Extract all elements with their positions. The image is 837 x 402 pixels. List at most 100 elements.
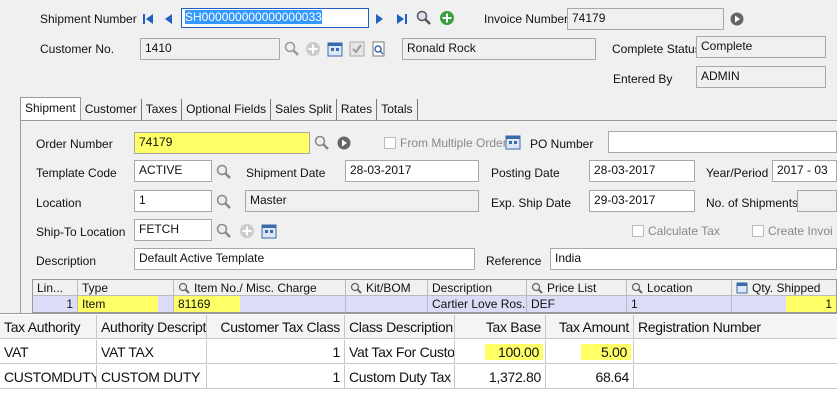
year-period-field[interactable]: 2017 - 03 xyxy=(772,160,837,182)
qty-calendar-icon[interactable] xyxy=(736,282,748,294)
line-number-cell[interactable]: 1 xyxy=(33,296,78,312)
registration-number-cell[interactable] xyxy=(634,340,837,364)
col-location[interactable]: Location xyxy=(627,280,732,295)
finder-magnifier-icon[interactable] xyxy=(416,10,432,26)
authority-description-cell[interactable]: VAT TAX xyxy=(97,340,207,364)
col-line[interactable]: Lin... xyxy=(33,280,78,295)
col-tax-base[interactable]: Tax Base xyxy=(455,315,546,339)
col-qty-shipped[interactable]: Qty. Shipped xyxy=(732,280,836,295)
customer-new-plus-icon[interactable] xyxy=(305,41,321,57)
location-finder-icon[interactable] xyxy=(216,194,232,210)
customer-check-icon[interactable] xyxy=(349,41,365,57)
description-field[interactable]: Default Active Template xyxy=(134,248,475,270)
reference-field[interactable]: India xyxy=(550,248,837,270)
kit-finder-icon[interactable] xyxy=(350,282,362,294)
customer-tax-class-cell[interactable]: 1 xyxy=(207,365,345,389)
invoice-number-field[interactable]: 74179 xyxy=(567,8,724,30)
registration-number-cell[interactable] xyxy=(634,365,837,389)
shipment-date-field[interactable]: 28-03-2017 xyxy=(345,160,479,182)
tax-amount-cell[interactable]: 68.64 xyxy=(546,365,634,389)
detail-grid-header: Lin... Type Item No./ Misc. Charge Kit/B… xyxy=(33,280,836,296)
tab-optional-fields[interactable]: Optional Fields xyxy=(182,99,272,121)
new-document-plus-icon[interactable] xyxy=(439,10,455,26)
type-cell[interactable]: Item xyxy=(78,296,174,312)
po-number-field[interactable] xyxy=(608,131,837,153)
customer-zoom-icon[interactable] xyxy=(371,41,387,57)
col-type[interactable]: Type xyxy=(78,280,174,295)
shipment-number-field[interactable]: SH000000000000000033 xyxy=(181,8,369,28)
create-invoice-checkbox[interactable]: Create Invoi xyxy=(752,224,833,238)
table-row[interactable]: VAT VAT TAX 1 Vat Tax For Custo... 100.0… xyxy=(0,340,837,364)
customer-tax-class-cell[interactable]: 1 xyxy=(207,340,345,364)
order-number-label: Order Number xyxy=(36,137,113,151)
kit-bom-cell[interactable] xyxy=(346,296,428,312)
po-calendar-icon[interactable] xyxy=(505,134,521,150)
col-item-no[interactable]: Item No./ Misc. Charge xyxy=(174,280,346,295)
ship-to-calendar-icon[interactable] xyxy=(261,223,277,239)
exp-ship-date-field[interactable]: 29-03-2017 xyxy=(589,190,695,212)
invoice-drilldown-arrow-icon[interactable] xyxy=(729,11,745,27)
ship-to-finder-icon[interactable] xyxy=(216,223,232,239)
next-record-icon[interactable] xyxy=(372,11,388,27)
tab-totals[interactable]: Totals xyxy=(377,99,418,121)
template-code-field[interactable]: ACTIVE xyxy=(134,160,212,182)
tab-shipment[interactable]: Shipment xyxy=(20,97,81,121)
tab-customer[interactable]: Customer xyxy=(80,99,142,121)
table-row[interactable]: 1 Item 81169 Cartier Love Ros... DEF 1 1 xyxy=(33,296,836,312)
col-registration-number[interactable]: Registration Number xyxy=(634,315,837,339)
calculate-tax-checkbox[interactable]: Calculate Tax xyxy=(632,224,720,238)
tax-authority-cell[interactable]: CUSTOMDUTY xyxy=(0,365,97,389)
customer-name-field[interactable]: Ronald Rock xyxy=(402,38,596,60)
customer-calendar-icon[interactable] xyxy=(327,41,343,57)
last-record-icon[interactable] xyxy=(394,11,410,27)
tax-base-cell[interactable]: 100.00 xyxy=(455,340,546,364)
item-finder-icon[interactable] xyxy=(178,282,190,294)
create-invoice-box[interactable] xyxy=(752,225,764,237)
template-finder-icon[interactable] xyxy=(216,164,232,180)
location-cell[interactable]: 1 xyxy=(627,296,732,312)
col-authority-description[interactable]: Authority Description xyxy=(97,315,207,339)
tax-table[interactable]: Tax Authority Authority Description Cust… xyxy=(0,313,837,402)
class-description-cell[interactable]: Vat Tax For Custo... xyxy=(345,340,455,364)
detail-lines-grid[interactable]: Lin... Type Item No./ Misc. Charge Kit/B… xyxy=(32,279,837,313)
col-tax-authority[interactable]: Tax Authority xyxy=(0,315,97,339)
tax-amount-cell[interactable]: 5.00 xyxy=(546,340,634,364)
order-number-field[interactable]: 74179 xyxy=(134,132,310,154)
customer-no-field[interactable]: 1410 xyxy=(140,38,280,60)
no-of-shipments-field xyxy=(797,190,837,212)
tax-authority-cell[interactable]: VAT xyxy=(0,340,97,364)
tab-strip: Shipment Customer Taxes Optional Fields … xyxy=(20,97,418,121)
col-description[interactable]: Description xyxy=(428,280,527,295)
price-list-finder-icon[interactable] xyxy=(531,282,543,294)
from-multiple-orders-box[interactable] xyxy=(384,137,396,149)
tax-base-cell[interactable]: 1,372.80 xyxy=(455,365,546,389)
class-description-cell[interactable]: Custom Duty Tax ... xyxy=(345,365,455,389)
item-no-cell[interactable]: 81169 xyxy=(174,296,346,312)
col-class-description[interactable]: Class Description xyxy=(345,315,455,339)
tab-sales-split[interactable]: Sales Split xyxy=(271,99,337,121)
col-kit-bom[interactable]: Kit/BOM xyxy=(346,280,428,295)
order-finder-icon[interactable] xyxy=(314,135,330,151)
price-list-cell[interactable]: DEF xyxy=(527,296,627,312)
authority-description-cell[interactable]: CUSTOM DUTY xyxy=(97,365,207,389)
calculate-tax-box[interactable] xyxy=(632,225,644,237)
tab-taxes[interactable]: Taxes xyxy=(141,99,183,121)
first-record-icon[interactable] xyxy=(140,11,156,27)
previous-record-icon[interactable] xyxy=(160,11,176,27)
col-price-list[interactable]: Price List xyxy=(527,280,627,295)
from-multiple-orders-checkbox[interactable]: From Multiple Orders xyxy=(384,136,513,150)
col-tax-amount[interactable]: Tax Amount xyxy=(546,315,634,339)
posting-date-field[interactable]: 28-03-2017 xyxy=(589,160,695,182)
order-drilldown-arrow-icon[interactable] xyxy=(336,135,352,151)
location-col-finder-icon[interactable] xyxy=(631,282,643,294)
col-customer-tax-class[interactable]: Customer Tax Class xyxy=(207,315,345,339)
qty-shipped-cell[interactable]: 1 xyxy=(732,296,836,312)
po-number-label: PO Number xyxy=(530,137,594,151)
tab-rates[interactable]: Rates xyxy=(336,99,378,121)
ship-to-new-plus-icon[interactable] xyxy=(239,223,255,239)
ship-to-location-field[interactable]: FETCH xyxy=(134,219,212,241)
location-field[interactable]: 1 xyxy=(134,190,212,212)
customer-finder-icon[interactable] xyxy=(284,41,300,57)
description-cell[interactable]: Cartier Love Ros... xyxy=(428,296,527,312)
table-row[interactable]: CUSTOMDUTY CUSTOM DUTY 1 Custom Duty Tax… xyxy=(0,365,837,389)
